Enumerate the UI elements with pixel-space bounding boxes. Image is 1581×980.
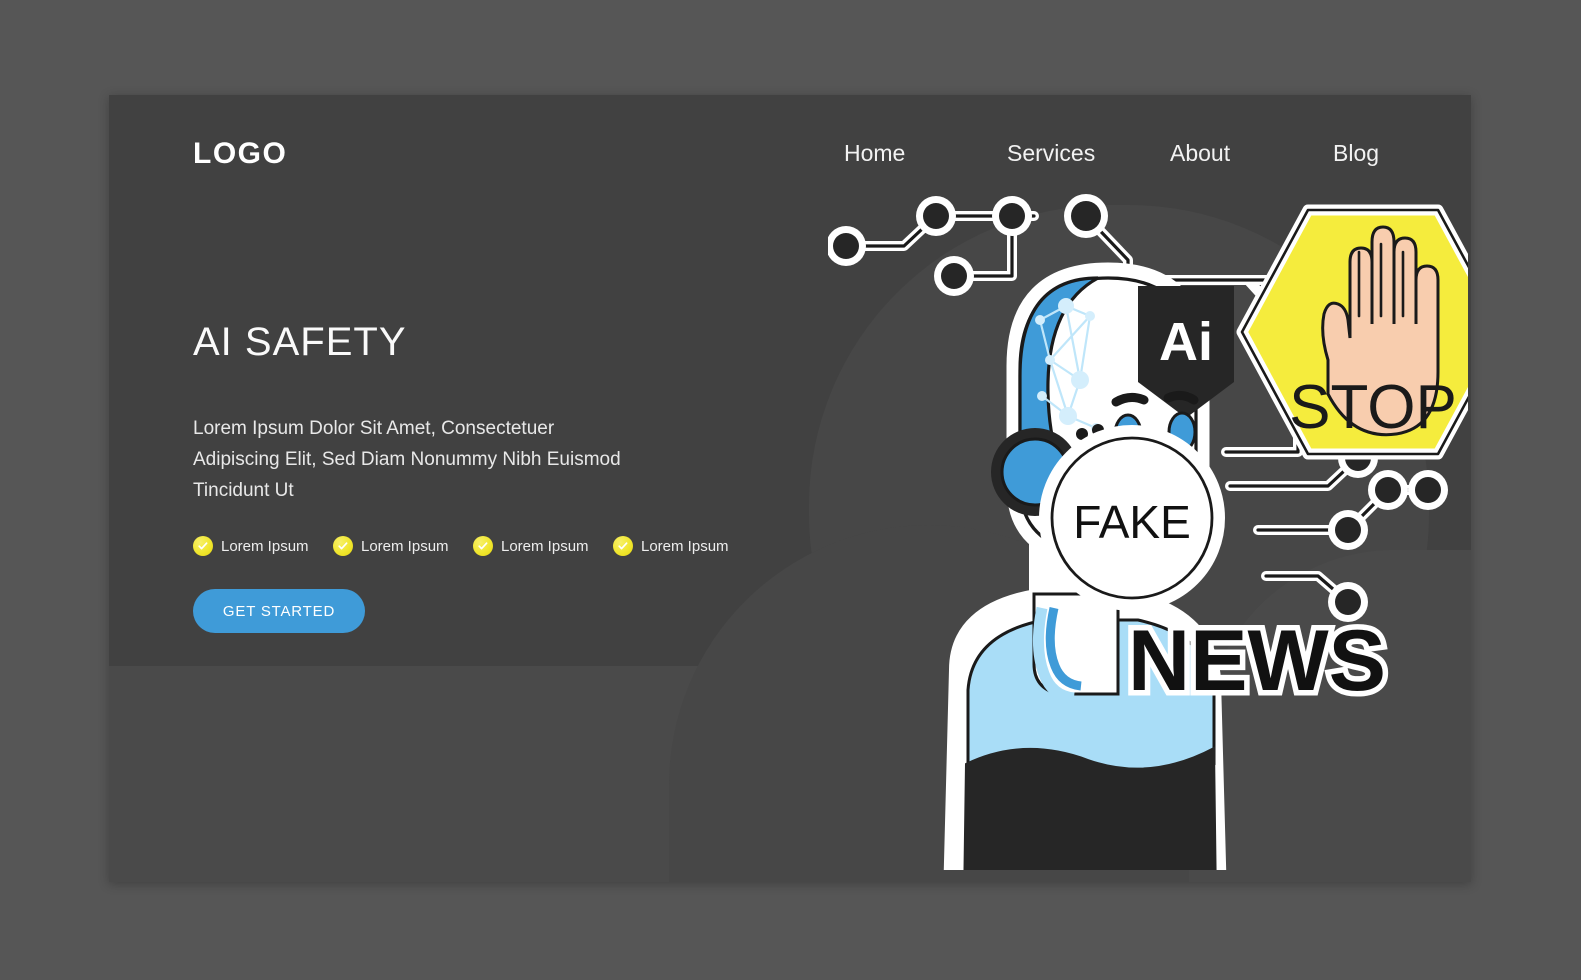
screenshot-root: LOGO Home Services About Blog AI SAFETY …	[0, 0, 1581, 980]
feature-label: Lorem Ipsum	[361, 537, 449, 555]
get-started-button[interactable]: GET STARTED	[193, 589, 365, 633]
feature-item: Lorem Ipsum	[193, 536, 333, 556]
news-label: NEWS	[1128, 613, 1386, 709]
check-circle-icon	[193, 536, 213, 556]
nav-item-blog[interactable]: Blog	[1333, 140, 1471, 167]
nav-item-home[interactable]: Home	[844, 140, 1007, 167]
nav-item-services[interactable]: Services	[1007, 140, 1170, 167]
feature-label: Lorem Ipsum	[221, 537, 309, 555]
robot-eyebrow-right	[1163, 390, 1199, 405]
logo[interactable]: LOGO	[193, 137, 287, 171]
news-wordmark: NEWS	[1123, 608, 1392, 715]
hero-subtitle: Lorem Ipsum Dolor Sit Amet, Consectetuer…	[193, 418, 621, 501]
hero-section: AI SAFETY Lorem Ipsum Dolor Sit Amet, Co…	[193, 320, 753, 633]
ai-safety-robot-illustration: .wht { fill:#ffffff; } .stk { fill:none;…	[828, 190, 1468, 870]
feature-item: Lorem Ipsum	[613, 536, 753, 556]
check-circle-icon	[473, 536, 493, 556]
stop-sign-label: STOP	[1289, 373, 1457, 442]
feature-item: Lorem Ipsum	[473, 536, 613, 556]
feature-label: Lorem Ipsum	[501, 537, 589, 555]
feature-list: Lorem Ipsum Lorem Ipsum Lorem Ipsum Lore…	[193, 536, 753, 556]
feature-label: Lorem Ipsum	[641, 537, 729, 555]
page-title: AI SAFETY	[193, 320, 407, 364]
fake-badge: FAKE	[1039, 425, 1225, 611]
feature-item: Lorem Ipsum	[333, 536, 473, 556]
landing-page-card: LOGO Home Services About Blog AI SAFETY …	[109, 95, 1471, 882]
nav-item-about[interactable]: About	[1170, 140, 1333, 167]
main-navigation: Home Services About Blog	[844, 140, 1471, 167]
stop-sign: STOP	[1236, 204, 1468, 460]
check-circle-icon	[613, 536, 633, 556]
check-circle-icon	[333, 536, 353, 556]
fake-badge-label: FAKE	[1073, 496, 1191, 548]
ai-badge-label: Ai	[1159, 312, 1213, 372]
site-header: LOGO Home Services About Blog	[109, 95, 1471, 215]
robot-eyebrow-left	[1111, 392, 1149, 407]
